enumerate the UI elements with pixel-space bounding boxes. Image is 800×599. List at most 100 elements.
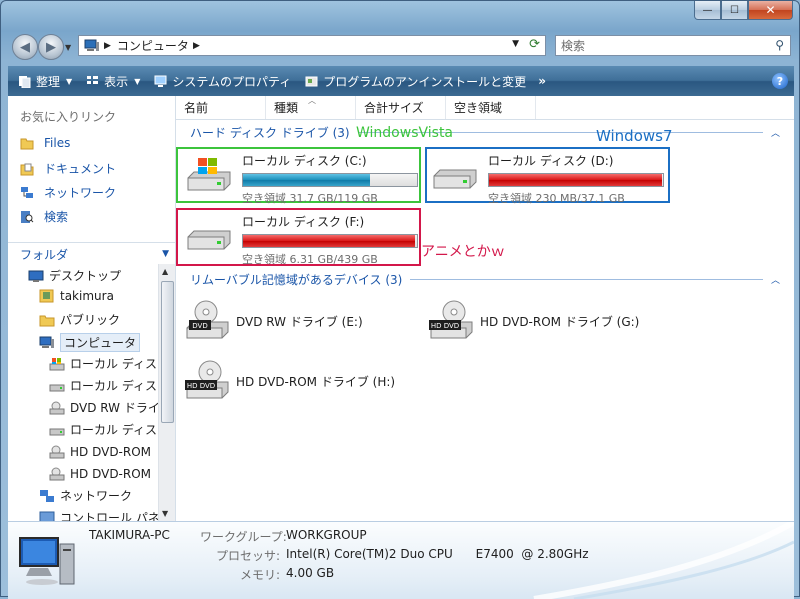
drive-usage-bar — [242, 173, 418, 187]
favorite-search[interactable]: 検索 — [20, 208, 68, 225]
column-free-space[interactable]: 空き領域 — [446, 96, 536, 119]
drive-d[interactable]: ローカル ディスク (D:) 空き領域 230 MB/37.1 GB — [426, 150, 668, 208]
documents-icon — [20, 163, 34, 175]
navigation-pane: お気に入りリンク Files ドキュメント ネットワーク 検索 フォルダ ▼ デ… — [8, 96, 176, 521]
folder-tree: デスクトップ takimura パブリック コンピュータ ローカル ディスク (… — [8, 264, 158, 521]
organize-label: 整理 — [36, 74, 61, 89]
back-button[interactable]: ◀ — [12, 34, 38, 60]
help-icon[interactable]: ? — [772, 73, 788, 89]
collapse-icon[interactable]: ︿ — [771, 273, 780, 286]
drive-icon — [49, 384, 65, 391]
processor-row: プロセッサ: Intel(R) Core(TM)2 Duo CPU E7400 … — [200, 547, 589, 564]
uninstall-programs-button[interactable]: プログラムのアンインストールと変更 — [305, 73, 526, 90]
tree-item-drive-c[interactable]: ローカル ディスク (C:) — [49, 355, 158, 372]
refresh-icon[interactable]: ⟳ — [529, 37, 540, 52]
user-folder-icon — [39, 289, 54, 303]
dvd-drive-icon — [49, 445, 65, 458]
scrollbar-thumb[interactable] — [161, 281, 174, 423]
minimize-button[interactable]: — — [694, 1, 721, 20]
computer-icon — [84, 39, 99, 51]
tree-item-public[interactable]: パブリック — [39, 311, 120, 328]
system-properties-button[interactable]: システムのプロパティ — [154, 73, 291, 90]
dvd-drive-icon — [49, 467, 65, 480]
device-hd-dvd-g[interactable]: HD DVD HD DVD-ROM ドライブ (G:) — [428, 298, 639, 344]
column-headers: 名前 ︿ 種類 合計サイズ 空き領域 — [176, 96, 794, 120]
tree-item-computer[interactable]: コンピュータ — [39, 333, 141, 352]
drive-free-space: 空き領域 230 MB/37.1 GB — [488, 192, 625, 205]
scroll-down-icon[interactable]: ▼ — [162, 509, 168, 518]
group-title: リムーバブル記憶域があるデバイス (3) — [190, 273, 403, 287]
breadcrumb-separator[interactable]: ▶ — [104, 41, 111, 51]
search-icon[interactable]: ⚲ — [775, 38, 784, 52]
forward-arrow-icon: ▶ — [46, 39, 56, 55]
dvd-drive-icon: DVD — [186, 300, 229, 339]
address-bar[interactable]: ▶ コンピュータ ▶ ▼ ⟳ — [78, 35, 546, 56]
breadcrumb-computer[interactable]: コンピュータ — [117, 37, 189, 54]
close-button[interactable]: ✕ — [748, 1, 793, 20]
tree-item-network[interactable]: ネットワーク — [39, 487, 132, 504]
favorite-label: 検索 — [44, 210, 69, 224]
tree-item-drive-h[interactable]: HD DVD-ROM ドライブ (H:) — [49, 465, 158, 482]
programs-icon — [305, 76, 318, 86]
scroll-up-icon[interactable]: ▲ — [162, 267, 168, 276]
forward-button[interactable]: ▶ — [38, 34, 64, 60]
drive-c[interactable]: ローカル ディスク (C:) 空き領域 31.7 GB/119 GB — [180, 150, 422, 208]
tree-item-label: HD DVD-ROM ドライブ (H:) — [70, 467, 158, 481]
address-dropdown[interactable]: ▼ — [512, 39, 519, 49]
hd-dvd-badge: HD DVD — [187, 382, 215, 390]
search-input[interactable]: 検索 — [561, 37, 585, 54]
removable-group-header[interactable]: リムーバブル記憶域があるデバイス (3) ︿ — [190, 271, 780, 288]
tree-item-label: ローカル ディスク (F:) — [70, 423, 158, 437]
favorite-files[interactable]: Files — [20, 136, 70, 150]
drive-usage-bar — [488, 173, 664, 187]
drive-name: ローカル ディスク (C:) — [242, 154, 367, 168]
column-label: 種類 — [274, 101, 299, 115]
dvd-drive-icon: HD DVD — [429, 300, 473, 339]
sort-ascending-icon: ︿ — [308, 96, 316, 105]
recent-pages-dropdown[interactable]: ▼ — [65, 43, 71, 52]
tree-item-desktop[interactable]: デスクトップ — [28, 267, 121, 284]
drive-f[interactable]: ローカル ディスク (F:) 空き領域 6.31 GB/439 GB — [180, 211, 422, 269]
drive-usage-fill — [243, 235, 415, 247]
tree-scrollbar[interactable]: ▲ ▼ — [158, 264, 175, 521]
hard-disks-group-header[interactable]: ハード ディスク ドライブ (3) ︿ — [190, 124, 780, 141]
tree-item-drive-g[interactable]: HD DVD-ROM ドライブ (G:) — [49, 443, 158, 460]
back-arrow-icon: ◀ — [20, 39, 30, 55]
details-pane: TAKIMURA-PC ワークグループ: WORKGROUP プロセッサ: In… — [8, 521, 794, 599]
explorer-window: — ☐ ✕ ◀ ▶ ▼ ▶ コンピュータ ▶ ▼ ⟳ 検索 ⚲ 整理 ▼ 表示 … — [0, 0, 800, 599]
favorite-label: ドキュメント — [44, 162, 117, 176]
group-title: ハード ディスク ドライブ (3) — [190, 126, 350, 140]
processor-label: プロセッサ: — [215, 549, 280, 563]
column-type[interactable]: ︿ 種類 — [266, 96, 356, 119]
system-properties-icon — [154, 75, 167, 87]
drive-usage-bar — [242, 234, 418, 248]
tree-item-drive-f[interactable]: ローカル ディスク (F:) — [49, 421, 158, 438]
favorite-documents[interactable]: ドキュメント — [20, 160, 116, 177]
maximize-button[interactable]: ☐ — [721, 1, 748, 20]
views-button[interactable]: 表示 ▼ — [86, 73, 140, 90]
tree-item-drive-d[interactable]: ローカル ディスク (D:) — [49, 377, 158, 394]
favorite-links-heading: お気に入りリンク — [20, 110, 117, 124]
dvd-badge: DVD — [192, 322, 207, 330]
column-total-size[interactable]: 合計サイズ — [356, 96, 446, 119]
search-folder-icon — [21, 210, 34, 223]
collapse-icon[interactable]: ︿ — [771, 126, 780, 139]
tree-item-control-panel[interactable]: コントロール パネル — [39, 509, 158, 521]
search-box[interactable]: 検索 ⚲ — [555, 35, 791, 56]
device-dvd-rw-e[interactable]: DVD DVD RW ドライブ (E:) — [184, 298, 363, 344]
more-commands-button[interactable]: » — [538, 74, 546, 88]
folders-header[interactable]: フォルダ ▼ — [8, 242, 175, 265]
breadcrumb-separator-2[interactable]: ▶ — [193, 41, 200, 51]
drive-icon — [433, 169, 477, 189]
dvd-drive-icon: HD DVD — [185, 360, 229, 399]
views-icon — [87, 75, 99, 84]
drive-free-space: 空き領域 31.7 GB/119 GB — [242, 192, 378, 205]
tree-item-takimura[interactable]: takimura — [39, 289, 114, 303]
chevron-down-icon[interactable]: ▼ — [162, 249, 169, 259]
column-name[interactable]: 名前 — [176, 96, 266, 119]
organize-button[interactable]: 整理 ▼ — [18, 73, 72, 90]
device-hd-dvd-h[interactable]: HD DVD HD DVD-ROM ドライブ (H:) — [184, 358, 395, 404]
tree-item-drive-e[interactable]: DVD RW ドライブ (E:) — [49, 399, 158, 416]
tree-item-label: デスクトップ — [49, 269, 122, 283]
favorite-network[interactable]: ネットワーク — [20, 184, 116, 201]
